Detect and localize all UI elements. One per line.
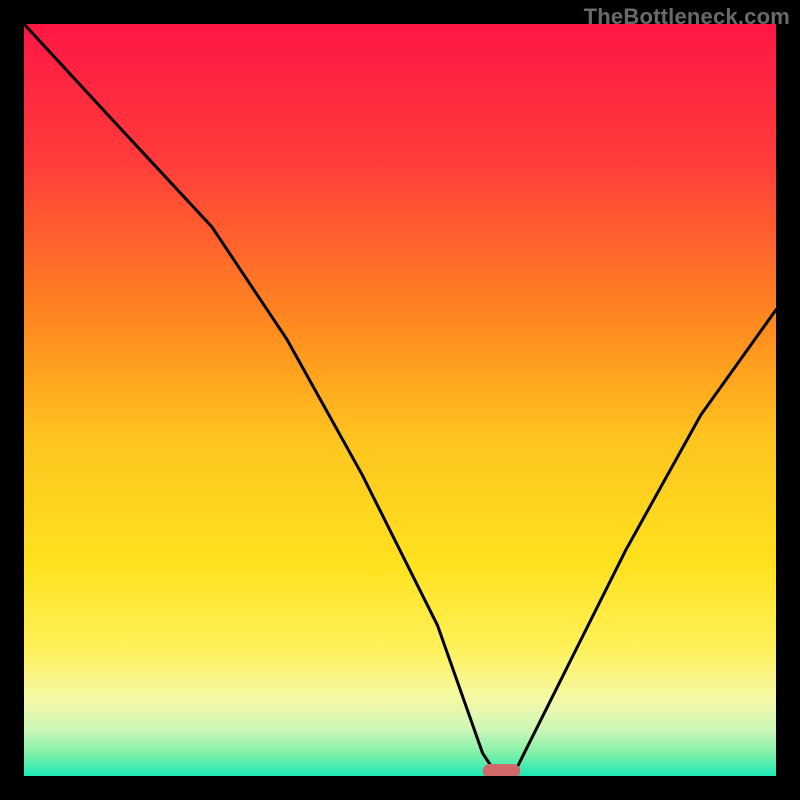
plot-svg bbox=[24, 24, 776, 776]
chart-wrapper: TheBottleneck.com bbox=[0, 0, 800, 800]
optimum-marker bbox=[483, 764, 521, 776]
gradient-background bbox=[24, 24, 776, 776]
plot-area bbox=[24, 24, 776, 776]
watermark-text: TheBottleneck.com bbox=[584, 4, 790, 30]
